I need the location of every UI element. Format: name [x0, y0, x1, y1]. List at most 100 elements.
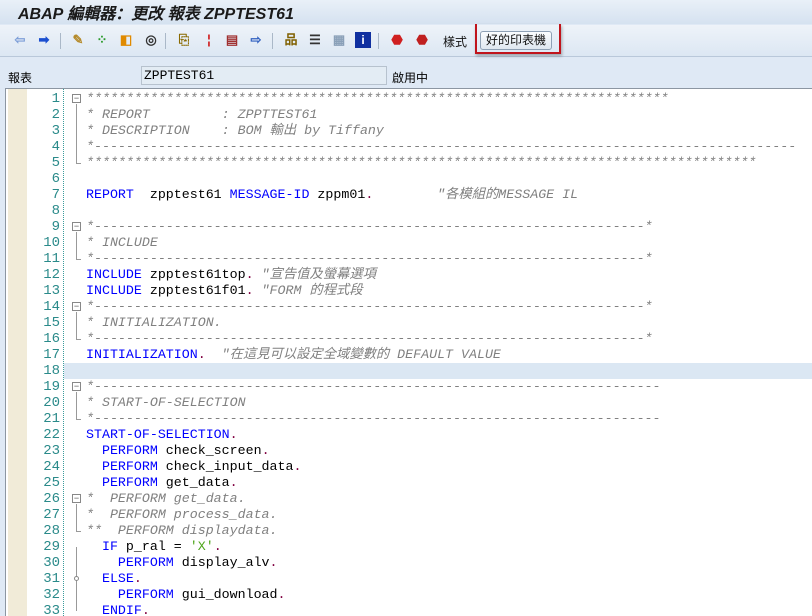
code-line[interactable]: * PERFORM process_data. — [86, 507, 278, 523]
style-label[interactable]: 樣式 — [443, 33, 467, 50]
code-token: ** PERFORM displaydata. — [86, 523, 278, 538]
line-number: 16 — [43, 331, 60, 347]
line-number: 4 — [51, 139, 60, 155]
code-line[interactable]: ** PERFORM displaydata. — [86, 523, 278, 539]
line-number: 17 — [43, 347, 60, 363]
code-line[interactable]: ****************************************… — [86, 91, 669, 107]
code-line[interactable]: *---------------------------------------… — [86, 219, 653, 235]
code-line[interactable]: *---------------------------------------… — [86, 251, 653, 267]
code-token: INCLUDE — [86, 283, 142, 298]
info-icon[interactable]: i — [355, 32, 371, 48]
code-line[interactable]: *---------------------------------------… — [86, 139, 796, 155]
fold-guide — [76, 232, 77, 259]
line-number: 28 — [43, 523, 60, 539]
fold-toggle-icon[interactable]: − — [72, 302, 81, 311]
program-label: 報表 — [8, 71, 33, 85]
code-token: gui_download — [173, 587, 278, 602]
code-line[interactable]: PERFORM check_input_data. — [86, 459, 302, 475]
fold-node-icon[interactable] — [74, 576, 79, 581]
breakpoint-icon[interactable]: ⬣ — [389, 32, 405, 48]
toggle-display-change-icon[interactable]: ⁘ — [94, 32, 110, 48]
check-icon[interactable]: ¦ — [201, 32, 217, 48]
other-object-icon[interactable]: ⎘ — [176, 32, 192, 48]
code-line[interactable]: PERFORM display_alv. — [86, 555, 278, 571]
hierarchy-icon[interactable]: 品 — [283, 32, 299, 48]
code-editor[interactable]: 1 ***************************************… — [5, 88, 812, 616]
display-object-list-icon[interactable]: ▤ — [224, 32, 240, 48]
code-token: . — [261, 443, 270, 458]
fold-toggle-icon[interactable]: − — [72, 222, 81, 231]
activation-status: 啟用中 — [392, 71, 429, 85]
code-line[interactable]: *---------------------------------------… — [86, 299, 653, 315]
line-number: 20 — [43, 395, 60, 411]
code-line[interactable]: ELSE. — [86, 571, 142, 587]
code-line[interactable]: PERFORM get_data. — [86, 475, 238, 491]
code-token: display_alv — [173, 555, 270, 570]
line-number: 23 — [43, 443, 60, 459]
code-token: ****************************************… — [86, 155, 757, 170]
code-line[interactable]: * INCLUDE — [86, 235, 158, 251]
edit-pencil-icon[interactable]: ✎ — [70, 32, 86, 48]
code-token: *---------------------------------------… — [86, 379, 661, 394]
code-token: PERFORM — [101, 459, 158, 474]
code-line[interactable]: ****************************************… — [86, 155, 756, 171]
code-token: . — [293, 459, 302, 474]
code-line[interactable]: REPORT zpptest61 MESSAGE-ID zppm01. "各模組… — [86, 187, 578, 203]
fold-guide-end — [76, 531, 81, 532]
code-line[interactable]: INCLUDE zpptest61f01. "FORM 的程式段 — [86, 283, 363, 299]
code-line[interactable]: IF p_ral = 'X'. — [86, 539, 222, 555]
fold-toggle-icon[interactable]: − — [72, 382, 81, 391]
activate-icon[interactable]: ◧ — [118, 32, 134, 48]
code-line[interactable]: * START-OF-SELECTION — [86, 395, 246, 411]
navigation-window-icon[interactable]: ⇨ — [248, 32, 264, 48]
code-line[interactable]: PERFORM check_screen. — [86, 443, 270, 459]
code-line[interactable]: PERFORM gui_download. — [86, 587, 286, 603]
code-token: IF — [101, 539, 118, 554]
line-number: 22 — [43, 427, 60, 443]
code-token: . — [141, 603, 150, 616]
code-line[interactable]: * INITIALIZATION. — [86, 315, 222, 331]
code-line[interactable]: *---------------------------------------… — [86, 331, 653, 347]
back-arrow-icon[interactable]: ⇦ — [12, 32, 28, 48]
code-token: PERFORM — [101, 443, 158, 458]
layout-icon[interactable]: ▦ — [331, 32, 347, 48]
line-number: 1 — [51, 91, 60, 107]
code-line[interactable]: ENDIF. — [86, 603, 150, 616]
where-used-icon[interactable]: ◎ — [143, 32, 159, 48]
line-number: 24 — [43, 459, 60, 475]
code-line[interactable]: START-OF-SELECTION. — [86, 427, 238, 443]
fold-guide — [76, 504, 77, 531]
code-token: * INCLUDE — [86, 235, 158, 250]
code-line[interactable]: * DESCRIPTION : BOM 輸出 by Tiffany — [86, 123, 384, 139]
line-number: 8 — [51, 203, 60, 219]
pretty-printer-icon[interactable]: ☰ — [307, 32, 323, 48]
current-line-highlight — [64, 363, 812, 379]
code-token: zpptest61f01 — [141, 283, 246, 298]
code-line[interactable]: INCLUDE zpptest61top. "宣告值及螢幕選項 — [86, 267, 376, 283]
code-line[interactable]: * REPORT : ZPPTTEST61 — [86, 107, 317, 123]
line-number: 10 — [43, 235, 60, 251]
line-number: 26 — [43, 491, 60, 507]
code-token: check_screen — [157, 443, 262, 458]
line-number: 14 — [43, 299, 60, 315]
code-line[interactable]: *---------------------------------------… — [86, 411, 661, 427]
code-token: . — [213, 539, 222, 554]
code-line[interactable]: *---------------------------------------… — [86, 379, 661, 395]
gutter-divider — [63, 89, 64, 616]
code-token: * REPORT : ZPPTTEST61 — [86, 107, 318, 122]
code-line[interactable]: INITIALIZATION. "在這見可以設定全域變數的 DEFAULT VA… — [86, 347, 501, 363]
code-token: * PERFORM get_data. — [86, 491, 246, 506]
title-bar: ABAP 編輯器：更改 報表 ZPPTEST61 — [0, 0, 812, 24]
code-line[interactable]: * PERFORM get_data. — [86, 491, 246, 507]
fold-toggle-icon[interactable]: − — [72, 94, 81, 103]
pretty-printer-button[interactable]: 好的印表機 — [480, 31, 552, 50]
fold-toggle-icon[interactable]: − — [72, 494, 81, 503]
forward-arrow-icon[interactable]: ➡ — [36, 32, 52, 48]
session-breakpoint-icon[interactable]: ⬣ — [414, 32, 430, 48]
fold-guide — [76, 392, 77, 419]
fold-guide-end — [76, 259, 81, 260]
code-token: . — [277, 587, 286, 602]
